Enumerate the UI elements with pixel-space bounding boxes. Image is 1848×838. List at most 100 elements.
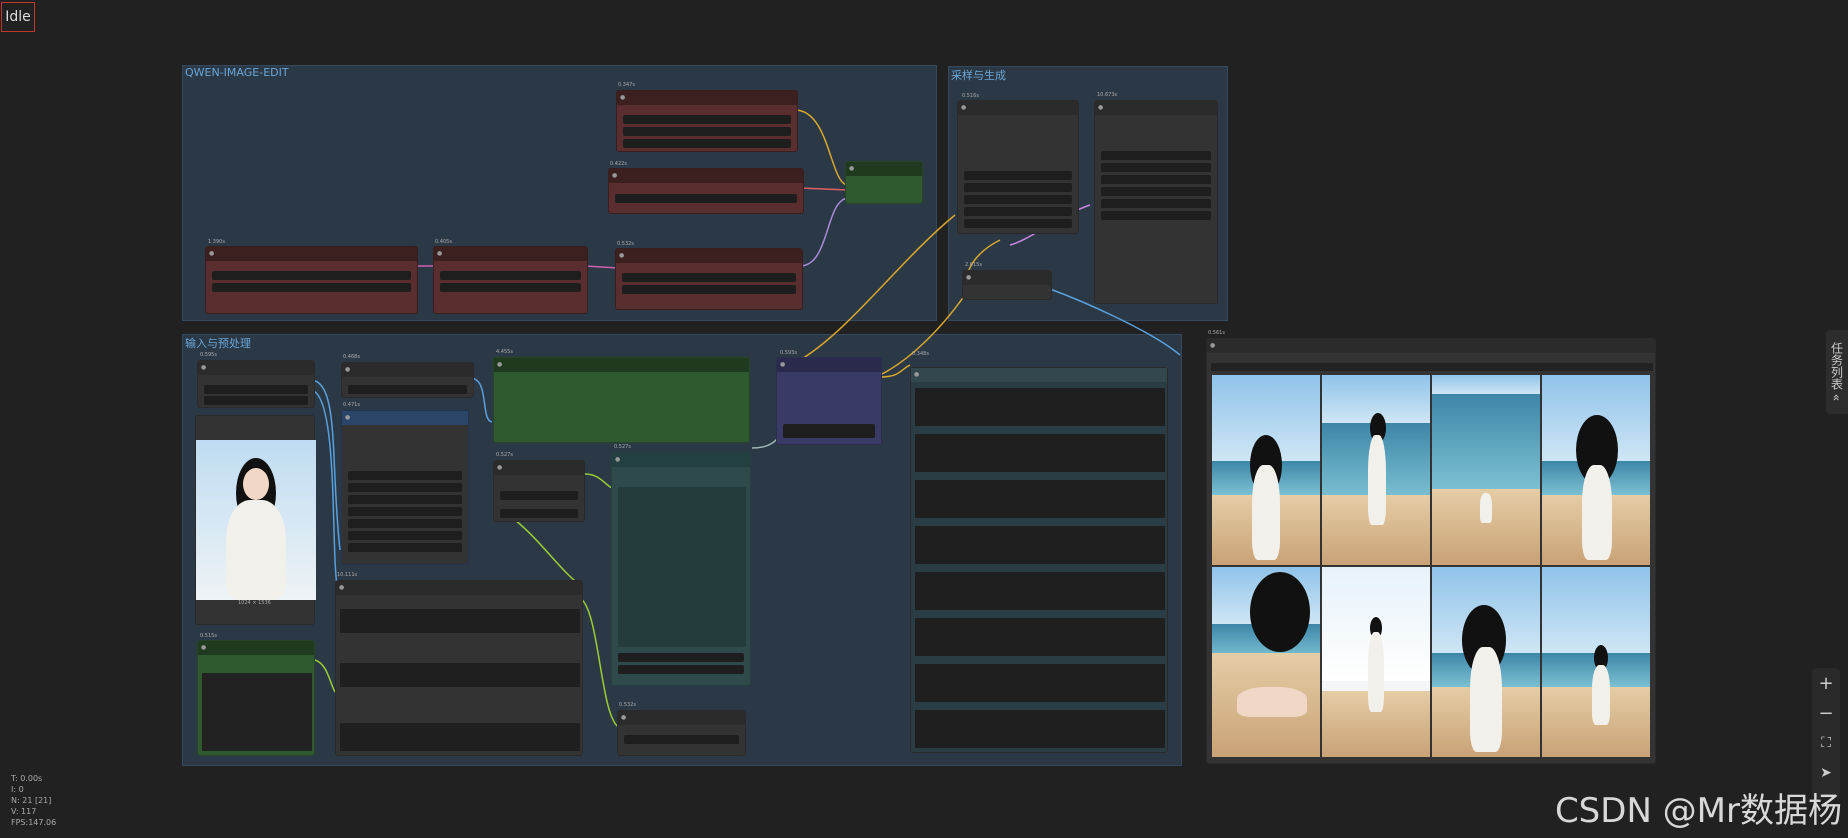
output-image[interactable] [1322,375,1430,565]
node-field[interactable] [204,385,308,394]
node-field[interactable] [348,483,462,492]
node-text-encode-edit[interactable]: ● [493,357,750,443]
output-image[interactable] [1212,375,1320,565]
prompt-field-7[interactable] [915,664,1165,702]
output-image[interactable] [1322,567,1430,757]
node-field[interactable] [1101,163,1211,172]
node-field[interactable] [500,509,578,518]
node-header: ● [342,363,473,377]
text-field[interactable] [340,663,580,687]
node-text-encode[interactable]: ● [845,161,923,204]
node-field[interactable] [622,285,796,294]
prompt-field-3[interactable] [915,480,1165,518]
node-field[interactable] [964,183,1072,192]
node-header: ● [777,358,881,372]
node-field[interactable] [348,531,462,540]
node-field[interactable] [1101,199,1211,208]
node-header: ● [846,162,922,176]
zoom-out-button[interactable]: − [1812,698,1840,728]
text-field[interactable] [340,609,580,633]
node-field[interactable] [348,507,462,516]
node-unet-loader[interactable]: ● [205,246,418,314]
node-field[interactable] [622,273,796,282]
node-field[interactable] [1101,151,1211,160]
node-header: ● [911,368,1167,382]
node-preview-output[interactable]: ● [1206,338,1656,764]
node-field[interactable] [964,207,1072,216]
node-field[interactable] [204,396,308,405]
node-header: ● [616,249,802,263]
node-empty-latent[interactable]: ● [611,452,751,686]
prompt-field-8[interactable] [915,710,1165,748]
node-timing: 0.532s [617,241,634,247]
node-header: ● [958,101,1078,115]
stat-iterations: I: 0 [11,785,24,794]
node-sampler-advanced[interactable]: ● [1094,100,1218,304]
node-field[interactable] [964,195,1072,204]
latent-preview [618,487,746,647]
output-image[interactable] [1432,375,1540,565]
output-image[interactable] [1432,567,1540,757]
node-field[interactable] [783,424,875,438]
node-field[interactable] [440,271,581,280]
prompt-field-2[interactable] [915,434,1165,472]
node-field[interactable] [618,665,744,674]
node-field[interactable] [615,194,797,203]
stat-time: T: 0.00s [11,774,43,783]
node-mask-preview[interactable]: ● [197,640,315,756]
node-field[interactable] [212,283,411,292]
node-clip-loader[interactable]: ● [616,90,798,152]
node-field[interactable] [618,653,744,662]
fit-view-button[interactable]: ⛶ [1812,728,1840,758]
node-vae-loader[interactable]: ● [608,168,804,214]
node-header: ● [612,453,750,467]
text-field[interactable] [340,723,580,751]
node-scale-image[interactable]: ● [341,362,474,398]
node-field[interactable] [624,735,739,744]
node-conditioning[interactable]: ● [776,357,882,445]
prompt-field-6[interactable] [915,618,1165,656]
node-field[interactable] [1101,175,1211,184]
zoom-in-button[interactable]: + [1812,668,1840,698]
node-field[interactable] [348,519,462,528]
node-field[interactable] [623,127,791,136]
node-field[interactable] [348,543,462,552]
node-field[interactable] [964,171,1072,180]
node-field[interactable] [212,271,411,280]
node-ksampler[interactable]: ● [957,100,1079,234]
prompt-field-4[interactable] [915,526,1165,564]
node-load-image[interactable]: ● [197,360,315,408]
output-image[interactable] [1542,567,1650,757]
node-field[interactable] [348,495,462,504]
node-save-image[interactable]: ● [617,710,746,756]
node-field[interactable] [1101,187,1211,196]
output-image[interactable] [1212,567,1320,757]
node-field[interactable] [964,219,1072,228]
node-header: ● [336,581,582,595]
node-field[interactable] [440,283,581,292]
node-latent-size[interactable]: ● [493,460,585,522]
node-prompt-text[interactable]: ● [335,580,583,756]
node-timing: 0.595s [200,352,217,358]
node-model-sampling[interactable]: ● [615,248,803,310]
prompt-field-5[interactable] [915,572,1165,610]
task-list-tab[interactable]: 任务列表 « [1826,330,1848,414]
node-field[interactable] [348,471,462,480]
node-field[interactable] [623,139,791,148]
node-timing: 0.422s [610,161,627,167]
node-field[interactable] [623,115,791,124]
node-image-stitch[interactable]: ● [341,410,469,565]
node-header: ● [963,271,1051,285]
node-field[interactable] [348,385,467,394]
output-image[interactable] [1542,375,1650,565]
node-lora-loader[interactable]: ● [433,246,588,314]
node-field[interactable] [500,491,578,500]
prompt-field-1[interactable] [915,388,1165,426]
node-vae-decode[interactable]: ● [962,270,1052,300]
node-input-image-preview[interactable]: 1024 × 1536 [195,415,316,625]
render-stats: T: 0.00s I: 0 N: 21 [21] V: 117 FPS:147.… [11,773,56,828]
node-field[interactable] [1101,211,1211,220]
input-image [196,440,316,600]
node-header: ● [494,461,584,475]
node-prompt-batch[interactable]: ● [910,367,1168,753]
